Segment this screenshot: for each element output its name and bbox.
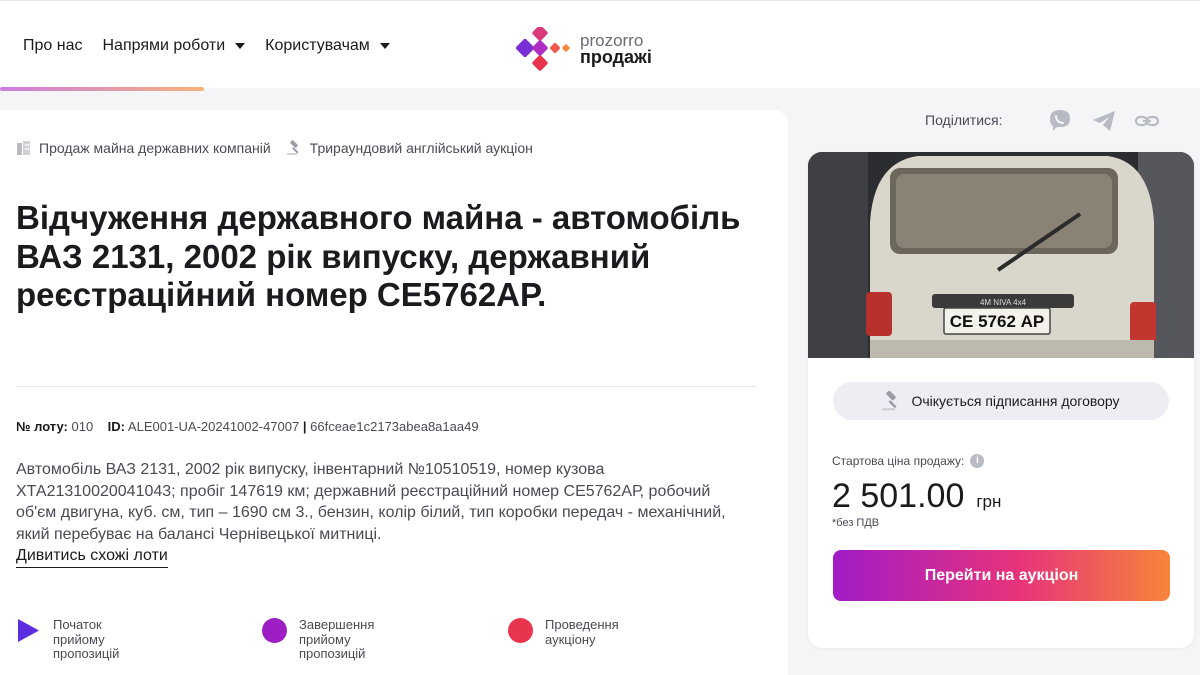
status-dot-icon xyxy=(508,618,533,643)
price-label: Стартова ціна продажу: i xyxy=(832,454,985,468)
lot-number-label: № лоту: xyxy=(16,419,68,434)
chevron-down-icon xyxy=(235,43,246,49)
lot-hash: 66fceae1c2173abea8a1aa49 xyxy=(310,419,479,434)
play-triangle-icon xyxy=(18,619,39,642)
nav-users[interactable]: Користувачам xyxy=(265,37,390,55)
nav-directions[interactable]: Напрями роботи xyxy=(102,37,246,55)
building-icon xyxy=(17,141,30,155)
lot-number: 010 xyxy=(71,419,94,434)
lot-photo[interactable]: СЕ 5762 АР 4M NIVA 4x4 xyxy=(808,152,1194,358)
price-label-text: Стартова ціна продажу: xyxy=(832,454,965,468)
lot-title: Відчуження державного майна - автомобіль… xyxy=(16,199,741,313)
price-value: 2 501.00 xyxy=(832,477,965,515)
timeline-step-start: Початок прийому пропозицій xyxy=(16,617,143,662)
nav-about[interactable]: Про нас xyxy=(23,37,82,55)
status-pill: Очікується підписання договору xyxy=(833,382,1169,420)
status-text: Очікується підписання договору xyxy=(911,393,1120,409)
nav-users-label: Користувачам xyxy=(265,37,370,54)
timeline-step-label: Початок прийому пропозицій xyxy=(53,617,120,661)
lot-identifiers: № лоту: 010 ID: ALE001-UA-20241002-47007… xyxy=(16,419,479,434)
tag-category-label: Продаж майна державних компаній xyxy=(39,140,271,156)
nav-directions-label: Напрями роботи xyxy=(102,37,226,54)
lot-tags: Продаж майна державних компаній Трираунд… xyxy=(16,140,549,156)
price-currency: грн xyxy=(976,492,1002,511)
logo-text: prozorro продажі xyxy=(580,32,652,66)
share-section: Поділитися: xyxy=(925,112,1003,128)
tag-auction-type[interactable]: Трираундовий англійський аукціон xyxy=(286,140,533,156)
share-label: Поділитися: xyxy=(925,112,1003,128)
status-dot-icon xyxy=(262,618,287,643)
go-to-auction-button[interactable]: Перейти на аукціон xyxy=(833,550,1170,601)
viber-icon[interactable] xyxy=(1047,108,1073,134)
logo-line2: продажі xyxy=(580,47,652,67)
timeline-step-label: Проведення аукціону xyxy=(545,617,619,647)
auction-sidebar-card: СЕ 5762 АР 4M NIVA 4x4 Очікується підпис… xyxy=(808,152,1194,648)
link-icon[interactable] xyxy=(1134,108,1160,134)
divider xyxy=(16,386,756,387)
gavel-icon xyxy=(882,391,898,411)
logo-mark-icon xyxy=(515,27,570,71)
plate-number: СЕ 5762 АР xyxy=(950,312,1045,331)
timeline-step-end: Завершення прийому пропозицій xyxy=(262,617,399,662)
vat-note: *без ПДВ xyxy=(832,517,880,529)
tag-auction-type-label: Трираундовий англійський аукціон xyxy=(309,140,533,156)
info-icon[interactable]: i xyxy=(970,454,985,468)
nav-about-label: Про нас xyxy=(23,37,83,54)
chevron-down-icon xyxy=(379,43,390,49)
telegram-icon[interactable] xyxy=(1091,108,1117,134)
id-separator: | xyxy=(302,419,307,434)
main-nav: Про нас Напрями роботи Користувачам xyxy=(23,37,410,55)
similar-lots-link[interactable]: Дивитись схожі лоти xyxy=(16,547,168,568)
top-bar: Про нас Напрями роботи Користувачам proz… xyxy=(0,0,1200,91)
prozorro-logo[interactable]: prozorro продажі xyxy=(512,27,652,71)
lot-description: Автомобіль ВАЗ 2131, 2002 рік випуску, і… xyxy=(16,461,726,543)
tag-category[interactable]: Продаж майна державних компаній xyxy=(16,140,271,156)
gavel-icon xyxy=(286,140,299,155)
timeline-step-label: Завершення прийому пропозицій xyxy=(299,617,375,661)
timeline-step-auction: Проведення аукціону xyxy=(508,617,645,647)
lot-id: ALE001-UA-20241002-47007 xyxy=(127,419,300,434)
auction-timeline: Початок прийому пропозицій Завершення пр… xyxy=(16,617,756,668)
lot-main-card xyxy=(0,110,788,675)
starting-price: 2 501.00 грн xyxy=(832,477,1001,516)
page-progress-indicator xyxy=(0,87,204,91)
badge-text: 4M NIVA 4x4 xyxy=(980,298,1027,307)
lot-id-label: ID: xyxy=(107,419,126,434)
